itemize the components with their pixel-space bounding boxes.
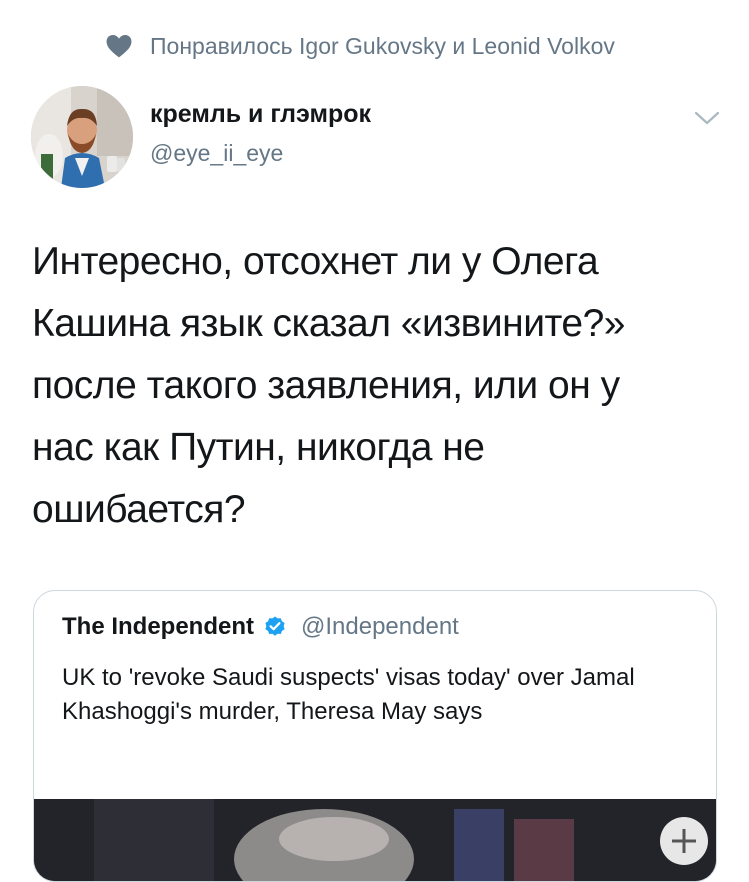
author-handle[interactable]: @eye_ii_eye bbox=[150, 140, 283, 167]
quoted-author-name: The Independent bbox=[62, 613, 254, 640]
heart-icon bbox=[106, 34, 132, 58]
quoted-tweet-text: UK to 'revoke Saudi suspects' visas toda… bbox=[62, 664, 635, 725]
avatar[interactable] bbox=[31, 86, 133, 188]
tweet-text: Интересно, отсохнет ли у Олега Кашина яз… bbox=[32, 240, 626, 531]
quoted-author-handle: @Independent bbox=[301, 613, 459, 640]
quoted-tweet-card[interactable]: The Independent @Independent UK to 'revo… bbox=[33, 590, 717, 882]
verified-badge-icon bbox=[265, 616, 285, 636]
media-image bbox=[34, 799, 716, 881]
chevron-down-icon[interactable] bbox=[692, 108, 722, 128]
author-name[interactable]: кремль и глэмрок bbox=[150, 100, 371, 129]
social-context-row[interactable]: Понравилось Igor Gukovsky и Leonid Volko… bbox=[106, 30, 615, 62]
liked-by-text: Понравилось Igor Gukovsky и Leonid Volko… bbox=[150, 32, 615, 59]
quoted-tweet-media[interactable] bbox=[34, 799, 716, 881]
quoted-tweet-header: The Independent @Independent bbox=[62, 613, 459, 641]
avatar-photo bbox=[31, 86, 133, 188]
